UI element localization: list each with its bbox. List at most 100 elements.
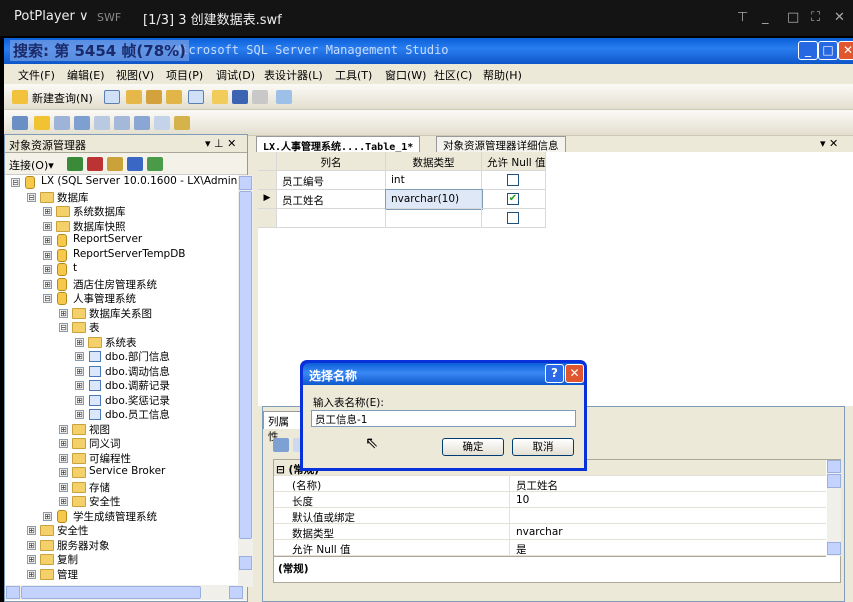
data-type-cell[interactable]: nvarchar(10) [385, 189, 483, 210]
row-selector[interactable] [258, 209, 277, 228]
expand-icon[interactable]: ⊞ [43, 207, 52, 216]
expand-icon[interactable]: ⊞ [59, 308, 68, 318]
maximize-icon[interactable]: □ [787, 10, 799, 25]
check-constraints-icon[interactable] [134, 116, 150, 130]
property-row[interactable]: 允许 Null 值 是 [274, 540, 826, 556]
refresh-icon[interactable] [147, 157, 163, 171]
fullscreen-icon[interactable]: ⛶ [811, 10, 820, 25]
menu-window[interactable]: 窗口(W) [385, 67, 426, 83]
property-row[interactable]: 长度 10 [274, 492, 826, 508]
allow-null-checkbox[interactable] [507, 212, 519, 224]
activity-monitor-icon[interactable] [276, 90, 292, 104]
indexes-icon[interactable] [74, 116, 90, 130]
menu-table-designer[interactable]: 表设计器(L) [264, 67, 323, 83]
expand-icon[interactable]: ⊞ [59, 439, 68, 448]
fulltext-icon[interactable] [94, 116, 110, 130]
allow-null-checkbox[interactable] [507, 174, 519, 186]
expand-icon[interactable]: ⊞ [43, 279, 52, 289]
expand-icon[interactable]: ⊞ [75, 366, 84, 376]
tree-horizontal-scrollbar[interactable] [5, 585, 247, 600]
expand-icon[interactable]: ⊞ [59, 468, 68, 477]
prop-scroll-down[interactable] [827, 542, 841, 555]
expand-icon[interactable]: ⊞ [43, 221, 52, 231]
data-type-cell[interactable]: int [386, 171, 482, 190]
menu-edit[interactable]: 编辑(E) [67, 67, 105, 83]
expand-icon[interactable]: ⊞ [59, 482, 68, 492]
expand-icon[interactable]: ⊞ [27, 526, 36, 535]
tab-column-properties[interactable]: 列属性 [263, 411, 303, 443]
expand-icon[interactable]: ⊞ [75, 395, 84, 405]
menu-tools[interactable]: 工具(T) [335, 67, 372, 83]
scroll-h-thumb[interactable] [21, 586, 201, 599]
relationships-icon[interactable] [54, 116, 70, 130]
ok-button[interactable]: 确定 [442, 438, 504, 456]
connect-button[interactable]: 连接(O)▾ [9, 157, 54, 173]
expand-icon[interactable]: ⊞ [75, 352, 84, 361]
new-file-icon[interactable] [104, 90, 120, 104]
close-icon[interactable]: ✕ [834, 10, 845, 25]
tab-explorer-details[interactable]: 对象资源管理器详细信息 [436, 136, 566, 152]
xml-query-icon[interactable] [188, 90, 204, 104]
new-query-icon[interactable] [12, 90, 28, 104]
prop-scroll-up[interactable] [827, 460, 841, 473]
analysis-query-icon[interactable] [146, 90, 162, 104]
column-name-cell[interactable] [277, 209, 386, 228]
dialog-close-button[interactable]: ✕ [565, 364, 584, 383]
spatial-index-icon[interactable] [154, 116, 170, 130]
expand-icon[interactable]: ⊞ [27, 569, 36, 579]
window-close-button[interactable]: ✕ [838, 41, 853, 60]
disconnect-icon[interactable] [87, 157, 103, 171]
expand-icon[interactable]: ⊞ [59, 497, 68, 506]
prop-scroll-thumb[interactable] [827, 474, 841, 488]
tree-vertical-scrollbar[interactable] [238, 175, 253, 587]
connect-engine-icon[interactable] [67, 157, 83, 171]
collapse-icon[interactable]: ⊟ [11, 178, 20, 187]
help-button[interactable]: ? [545, 364, 564, 383]
filter-icon[interactable] [127, 157, 143, 171]
menu-community[interactable]: 社区(C) [434, 67, 472, 83]
collapse-icon[interactable]: ⊟ [59, 323, 68, 332]
expand-icon[interactable]: ⊞ [43, 265, 52, 274]
minimize-icon[interactable]: _ [762, 10, 769, 25]
expand-icon[interactable]: ⊞ [27, 540, 36, 550]
expand-icon[interactable]: ⊞ [43, 236, 52, 245]
open-file-icon[interactable] [212, 90, 228, 104]
column-name-cell[interactable]: 员工编号 [277, 171, 386, 190]
categorized-icon[interactable] [273, 438, 289, 452]
database-query-icon[interactable] [126, 90, 142, 104]
save-icon[interactable] [232, 90, 248, 104]
allow-null-checkbox[interactable]: ✔ [507, 193, 519, 205]
primary-key-icon[interactable] [34, 116, 50, 130]
expand-icon[interactable]: ⊞ [75, 410, 84, 419]
property-row[interactable]: (名称) 员工姓名 [274, 476, 826, 492]
panel-controls[interactable]: ▾ ⊥ ✕ [205, 137, 236, 150]
generate-script-icon[interactable] [12, 116, 28, 130]
menu-file[interactable]: 文件(F) [18, 67, 55, 83]
scroll-up-arrow[interactable] [239, 176, 252, 190]
expand-icon[interactable]: ⊞ [43, 511, 52, 521]
stop-icon[interactable] [107, 157, 123, 171]
scroll-right-arrow[interactable] [229, 586, 243, 599]
collapse-icon[interactable]: ⊟ [27, 192, 36, 202]
new-query-button[interactable]: 新建查询(N) [32, 90, 93, 106]
tab-table-designer[interactable]: LX.人事管理系统....Table_1* [256, 136, 421, 153]
row-selector[interactable] [258, 171, 277, 190]
cancel-button[interactable]: 取消 [512, 438, 574, 456]
xml-index-icon[interactable] [114, 116, 130, 130]
expand-icon[interactable]: ⊞ [27, 555, 36, 564]
collapse-icon[interactable]: ⊟ [43, 294, 52, 303]
row-selector[interactable]: ▶ [258, 190, 277, 209]
expand-icon[interactable]: ⊞ [43, 250, 52, 260]
diagram-icon[interactable] [174, 116, 190, 130]
window-minimize-button[interactable]: _ [798, 41, 818, 60]
property-scrollbar[interactable] [827, 460, 841, 556]
menu-view[interactable]: 视图(V) [116, 67, 154, 83]
menu-debug[interactable]: 调试(D) [216, 67, 255, 83]
expand-icon[interactable]: ⊞ [59, 424, 68, 434]
scroll-left-arrow[interactable] [6, 586, 20, 599]
save-all-icon[interactable] [252, 90, 268, 104]
data-type-cell[interactable] [386, 209, 482, 228]
property-row[interactable]: 默认值或绑定 [274, 508, 826, 524]
menu-help[interactable]: 帮助(H) [483, 67, 522, 83]
expand-icon[interactable]: ⊞ [75, 337, 84, 347]
